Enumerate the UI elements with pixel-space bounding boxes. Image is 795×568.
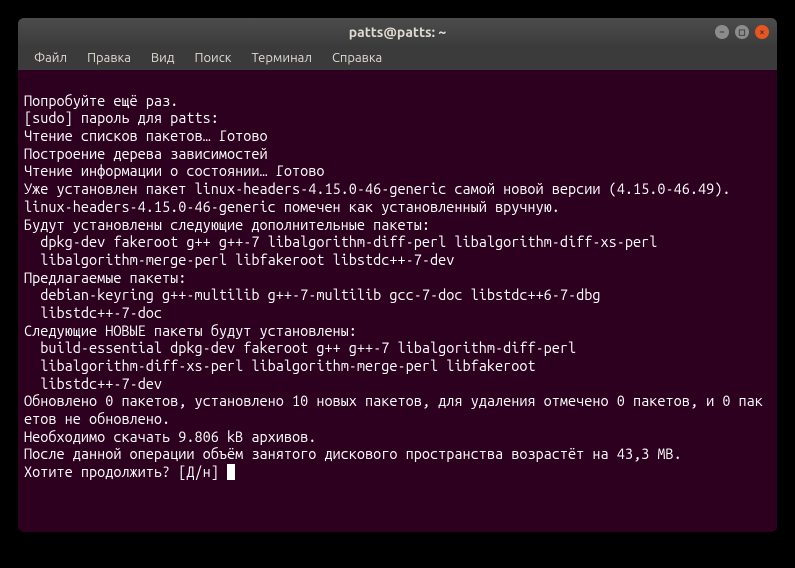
- menu-view[interactable]: Вид: [143, 49, 183, 67]
- window-controls: – ◻ ×: [715, 25, 769, 39]
- menu-edit[interactable]: Правка: [79, 49, 139, 67]
- terminal-line: [sudo] пароль для patts:: [24, 109, 219, 126]
- terminal-line: libalgorithm-merge-perl libfakeroot libs…: [24, 251, 454, 268]
- terminal-line: Предлагаемые пакеты:: [24, 269, 186, 286]
- terminal-line: Уже установлен пакет linux-headers-4.15.…: [24, 180, 730, 197]
- terminal-line: Построение дерева зависимостей: [24, 145, 268, 162]
- terminal-line: Необходимо скачать 9.806 kB архивов.: [24, 428, 316, 445]
- minimize-icon: –: [720, 27, 725, 37]
- terminal-line: Следующие НОВЫЕ пакеты будут установлены…: [24, 322, 357, 339]
- terminal-line: libalgorithm-diff-xs-perl libalgorithm-m…: [24, 357, 536, 374]
- terminal-line: libstdc++-7-dev: [24, 375, 162, 392]
- window-title: patts@patts: ~: [349, 24, 447, 40]
- terminal-line: build-essential dpkg-dev fakeroot g++ g+…: [24, 339, 576, 356]
- terminal-line: Обновлено 0 пакетов, установлено 10 новы…: [24, 392, 763, 427]
- minimize-button[interactable]: –: [715, 25, 729, 39]
- menu-help[interactable]: Справка: [324, 49, 390, 67]
- terminal-line: Попробуйте ещё раз.: [24, 92, 178, 109]
- maximize-icon: ◻: [738, 27, 745, 38]
- terminal-line: Чтение списков пакетов… Готово: [24, 127, 268, 144]
- terminal-window: patts@patts: ~ – ◻ × Файл Правка Вид Пои…: [18, 18, 777, 532]
- terminal-line: Будут установлены следующие дополнительн…: [24, 216, 430, 233]
- terminal-prompt: Хотите продолжить? [Д/н]: [24, 463, 227, 480]
- menu-terminal[interactable]: Терминал: [243, 49, 319, 67]
- close-icon: ×: [759, 27, 764, 37]
- maximize-button[interactable]: ◻: [735, 25, 749, 39]
- menubar: Файл Правка Вид Поиск Терминал Справка: [18, 46, 777, 70]
- titlebar: patts@patts: ~ – ◻ ×: [18, 18, 777, 46]
- terminal-line: linux-headers-4.15.0-46-generic помечен …: [24, 198, 560, 215]
- terminal-line: Чтение информации о состоянии… Готово: [24, 162, 324, 179]
- close-button[interactable]: ×: [755, 25, 769, 39]
- terminal-output[interactable]: Попробуйте ещё раз. [sudo] пароль для pa…: [18, 70, 777, 532]
- terminal-line: debian-keyring g++-multilib g++-7-multil…: [24, 286, 601, 303]
- terminal-line: После данной операции объём занятого дис…: [24, 445, 682, 462]
- terminal-line: libstdc++-7-doc: [24, 304, 162, 321]
- menu-search[interactable]: Поиск: [186, 49, 239, 67]
- terminal-line: dpkg-dev fakeroot g++ g++-7 libalgorithm…: [24, 233, 657, 250]
- text-cursor: [227, 464, 235, 480]
- menu-file[interactable]: Файл: [26, 49, 75, 67]
